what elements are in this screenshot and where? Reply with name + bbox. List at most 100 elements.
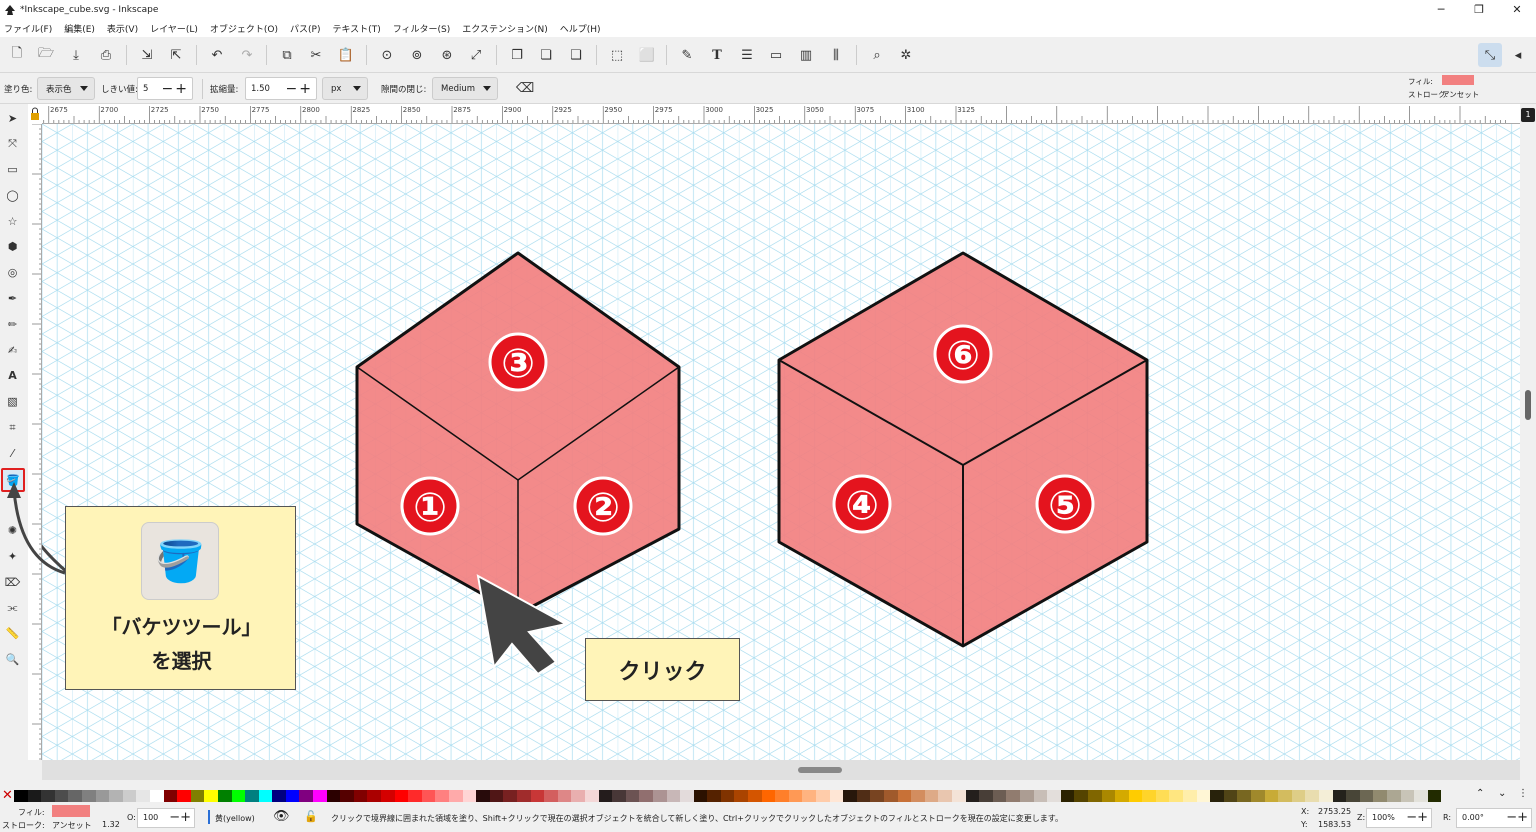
palette-swatch[interactable] xyxy=(748,790,762,802)
palette-swatch[interactable] xyxy=(1319,790,1333,802)
menu-extensions[interactable]: エクステンション(N) xyxy=(462,22,548,35)
menu-object[interactable]: オブジェクト(O) xyxy=(210,22,278,35)
palette-swatch[interactable] xyxy=(41,790,55,802)
vertical-scrollbar[interactable]: 1 xyxy=(1520,104,1536,780)
palette-swatch[interactable] xyxy=(639,790,653,802)
undo-icon[interactable]: ↶ xyxy=(209,47,225,63)
palette-swatch[interactable] xyxy=(843,790,857,802)
palette-swatch[interactable] xyxy=(1400,790,1415,802)
copy-icon[interactable]: ⧉ xyxy=(279,47,295,63)
palette-swatch[interactable] xyxy=(1019,790,1034,802)
calligraphy-tool-icon[interactable]: ✍ xyxy=(4,342,21,359)
horizontal-scroll-thumb[interactable] xyxy=(798,767,842,773)
palette-swatch[interactable] xyxy=(1006,790,1020,802)
fill-by-dropdown[interactable]: 表示色 xyxy=(37,77,95,100)
save-icon[interactable]: ⤓ xyxy=(68,47,84,63)
palette-swatch[interactable] xyxy=(1196,790,1211,802)
palette-swatch[interactable] xyxy=(285,790,300,802)
menu-view[interactable]: 表示(V) xyxy=(107,22,138,35)
palette-swatch[interactable] xyxy=(584,790,599,802)
pen-tool-icon[interactable]: ✒ xyxy=(4,290,21,307)
palette-swatch[interactable] xyxy=(870,790,884,802)
snap-menu-chevron-icon[interactable]: ◂ xyxy=(1510,47,1526,63)
palette-swatch[interactable] xyxy=(612,790,626,802)
palette-swatch[interactable] xyxy=(421,790,436,802)
minimize-button[interactable]: ─ xyxy=(1422,0,1460,19)
palette-swatch[interactable] xyxy=(897,790,912,802)
palette-swatch[interactable] xyxy=(326,790,341,802)
palette-swatch[interactable] xyxy=(1074,790,1088,802)
open-icon[interactable]: 🗁 xyxy=(38,46,54,63)
palette-swatch[interactable] xyxy=(95,790,110,802)
palette-swatch[interactable] xyxy=(802,790,817,802)
palette-swatch[interactable] xyxy=(353,790,368,802)
palette-swatch[interactable] xyxy=(884,790,898,802)
duplicate-icon[interactable]: ❐ xyxy=(509,47,525,63)
vertical-scroll-thumb[interactable] xyxy=(1525,390,1531,420)
preferences-icon[interactable]: ✲ xyxy=(898,47,914,63)
palette-swatch[interactable] xyxy=(1047,790,1061,802)
palette-swatch[interactable] xyxy=(1087,790,1102,802)
palette-swatch[interactable] xyxy=(381,790,395,802)
snap-toggle-icon[interactable]: ⤡ xyxy=(1478,43,1502,67)
palette-swatch[interactable] xyxy=(27,790,42,802)
palette-menu-icon[interactable]: ⋮ xyxy=(1518,788,1528,799)
menu-filters[interactable]: フィルター(S) xyxy=(393,22,451,35)
group-icon[interactable]: ⬚ xyxy=(609,47,625,63)
palette-swatch[interactable] xyxy=(54,790,69,802)
palette-swatch[interactable] xyxy=(1251,790,1265,802)
palette-swatch[interactable] xyxy=(1373,790,1387,802)
palette-swatch[interactable] xyxy=(924,790,939,802)
3d-box-tool-icon[interactable]: ⬢ xyxy=(4,238,21,255)
palette-swatch[interactable] xyxy=(367,790,382,802)
palette-swatch[interactable] xyxy=(408,790,422,802)
palette-swatch[interactable] xyxy=(1033,790,1048,802)
ungroup-icon[interactable]: ⬜ xyxy=(639,47,655,63)
palette-scroll-up-icon[interactable]: ⌃ xyxy=(1476,788,1484,799)
palette-swatch[interactable] xyxy=(1169,790,1184,802)
palette-swatch[interactable] xyxy=(720,790,735,802)
zoom-spinbox[interactable]: 100% −+ xyxy=(1366,808,1432,828)
palette-swatch[interactable] xyxy=(938,790,952,802)
palette-swatch[interactable] xyxy=(965,790,980,802)
palette-swatch[interactable] xyxy=(625,790,640,802)
palette-swatch[interactable] xyxy=(163,790,178,802)
palette-swatch[interactable] xyxy=(951,790,966,802)
menu-file[interactable]: ファイル(F) xyxy=(4,22,52,35)
palette-swatch[interactable] xyxy=(652,790,667,802)
star-tool-icon[interactable]: ☆ xyxy=(4,213,21,230)
menu-help[interactable]: ヘルプ(H) xyxy=(560,22,601,35)
palette-swatch[interactable] xyxy=(693,790,708,802)
palette-swatch[interactable] xyxy=(856,790,871,802)
palette-swatch[interactable] xyxy=(1427,790,1442,802)
palette-swatch[interactable] xyxy=(1346,790,1360,802)
document-properties-icon[interactable]: ⌕ xyxy=(869,47,885,63)
palette-swatch[interactable] xyxy=(666,790,681,802)
palette-swatch[interactable] xyxy=(1142,790,1156,802)
new-document-icon[interactable]: 🗋 xyxy=(9,46,25,63)
zoom-selection-icon[interactable]: ⊙ xyxy=(379,47,395,63)
palette-swatch[interactable] xyxy=(503,790,517,802)
restore-button[interactable]: ❐ xyxy=(1460,0,1498,19)
status-fill-swatch[interactable] xyxy=(52,805,90,817)
current-layer[interactable]: 黄(yellow) xyxy=(215,813,255,824)
palette-swatch[interactable] xyxy=(530,790,545,802)
palette-swatch[interactable] xyxy=(340,790,354,802)
connector-tool-icon[interactable]: ⫘ xyxy=(4,599,21,616)
grow-shrink-spinbox[interactable]: 1.50 −+ xyxy=(245,77,317,100)
palette-swatch[interactable] xyxy=(829,790,844,802)
layer-lock-icon[interactable]: 🔓 xyxy=(304,810,318,823)
palette-swatch[interactable] xyxy=(1101,790,1116,802)
objects-dialog-icon[interactable]: ▥ xyxy=(798,47,814,63)
unit-dropdown[interactable]: px xyxy=(322,77,368,100)
pencil-tool-icon[interactable]: ✏ xyxy=(4,316,21,333)
measure-tool-icon[interactable]: 📏 xyxy=(4,625,21,642)
palette-swatch[interactable] xyxy=(245,790,259,802)
zoom-page-icon[interactable]: ⊛ xyxy=(439,47,455,63)
palette-swatch[interactable] xyxy=(1210,790,1224,802)
palette-swatch[interactable] xyxy=(449,790,463,802)
palette-swatch[interactable] xyxy=(557,790,572,802)
ellipse-tool-icon[interactable]: ◯ xyxy=(4,187,21,204)
palette-swatch[interactable] xyxy=(979,790,993,802)
palette-swatch[interactable] xyxy=(788,790,803,802)
